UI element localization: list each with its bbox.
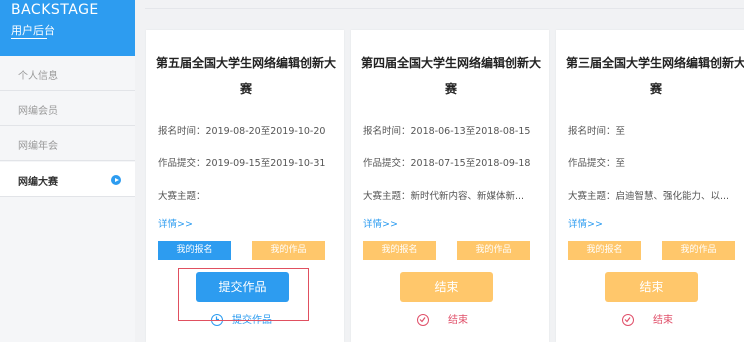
sidebar-item-label: 网编年会 [18,141,58,152]
ended-button: 结束 [400,272,493,302]
details-link[interactable]: 详情>> [158,216,193,230]
submission-time: 作品提交：2018-07-15至2018-09-18 [363,158,531,169]
details-link[interactable]: 详情>> [363,216,398,230]
brand-divider [11,38,47,39]
my-enrollment-tab[interactable]: 我的报名 [568,241,641,260]
sidebar-item-label: 个人信息 [18,71,58,82]
competition-card: 第三届全国大学生网络编辑创新大赛 报名时间：至 作品提交：至 大赛主题：启迪智慧… [556,30,744,342]
status-text: 结束 [448,315,468,326]
registration-time: 报名时间：2019-08-20至2019-10-20 [158,126,326,137]
competition-theme: 大赛主题：新时代新内容、新媒体新... [363,191,525,202]
card-title: 第五届全国大学生网络编辑创新大赛 [156,56,337,96]
brand-title: BACKSTAGE [11,2,99,18]
submission-time: 作品提交：至 [568,158,626,169]
submission-time: 作品提交：2019-09-15至2019-10-31 [158,158,326,169]
sidebar-item-members[interactable]: 网编会员 [0,91,135,126]
sidebar-item-label: 网编大赛 [18,177,58,188]
registration-time: 报名时间：至 [568,126,626,137]
my-works-tab[interactable]: 我的作品 [457,241,530,260]
check-circle-icon [622,314,634,326]
brand-header: BACKSTAGE 用户后台 [0,0,135,56]
my-enrollment-tab[interactable]: 我的报名 [158,241,231,260]
divider [145,8,744,9]
arrow-right-icon [111,175,121,185]
check-circle-icon [417,314,429,326]
competition-theme: 大赛主题： [158,191,206,202]
status-text: 结束 [653,315,673,326]
ended-button: 结束 [605,272,698,302]
registration-time: 报名时间：2018-06-13至2018-08-15 [363,126,531,137]
highlight-box [178,268,309,321]
my-works-tab[interactable]: 我的作品 [662,241,735,260]
my-enrollment-tab[interactable]: 我的报名 [363,241,436,260]
card-title: 第三届全国大学生网络编辑创新大赛 [566,56,744,96]
competition-card: 第四届全国大学生网络编辑创新大赛 报名时间：2018-06-13至2018-08… [351,30,549,342]
competition-theme: 大赛主题：启迪智慧、强化能力、以... [568,191,730,202]
sidebar-item-label: 网编会员 [18,106,58,117]
sidebar-item-annual-meeting[interactable]: 网编年会 [0,126,135,161]
sidebar: BACKSTAGE 用户后台 个人信息 网编会员 网编年会 网编大赛 [0,0,135,342]
sidebar-item-profile[interactable]: 个人信息 [0,56,135,91]
my-works-tab[interactable]: 我的作品 [252,241,325,260]
brand-subtitle: 用户后台 [11,24,55,37]
card-title: 第四届全国大学生网络编辑创新大赛 [361,56,542,96]
sidebar-item-competition[interactable]: 网编大赛 [0,162,135,197]
details-link[interactable]: 详情>> [568,216,603,230]
